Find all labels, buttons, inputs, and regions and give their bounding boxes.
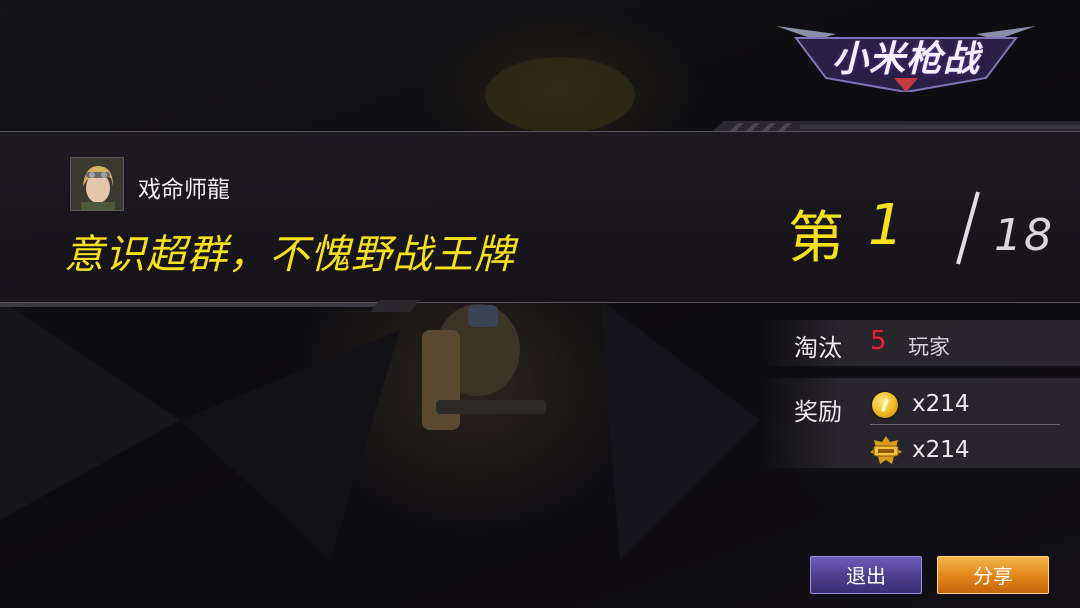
gold-coin-icon: [872, 392, 898, 418]
rank-slash: [956, 191, 980, 265]
elimination-label: 淘汰: [794, 334, 842, 362]
total-players: 18: [994, 210, 1054, 261]
logo-text: 小米枪战: [831, 39, 980, 80]
banner-bottom-stripe: [0, 300, 420, 312]
elimination-unit: 玩家: [908, 335, 950, 359]
result-slogan: 意识超群，不愧野战王牌: [64, 232, 515, 278]
exit-button[interactable]: 退出: [810, 556, 922, 594]
reward-label: 奖励: [794, 398, 842, 426]
game-logo: 小米枪战: [776, 18, 1036, 94]
rank-prefix: 第: [788, 206, 844, 271]
avatar-portrait: [71, 158, 123, 210]
exp-reward-amount: x214: [912, 437, 970, 463]
player-avatar: [70, 157, 124, 211]
experience-badge-icon: [870, 436, 902, 464]
share-button[interactable]: 分享: [937, 556, 1049, 594]
reward-divider: [870, 424, 1060, 425]
player-name: 戏命师龍: [138, 177, 230, 203]
elimination-count: 5: [870, 326, 887, 356]
rank-number: 1: [868, 193, 904, 258]
coin-reward-amount: x214: [912, 391, 970, 417]
